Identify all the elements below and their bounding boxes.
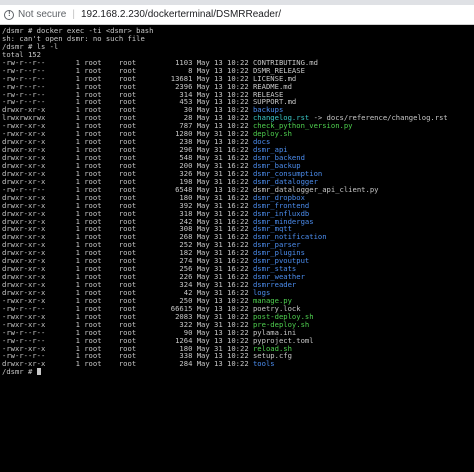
terminal-window[interactable]: /dsmr # docker exec -ti <dsmr> bash sh: … — [0, 25, 474, 472]
file-entry-meta: drwxr-xr-x 1 root root 284 May 13 10:22 — [2, 359, 253, 369]
url-text[interactable]: 192.168.2.230/dockerterminal/DSMRReader/ — [81, 9, 281, 20]
address-separator: | — [72, 9, 75, 20]
address-bar[interactable]: Not secure | 192.168.2.230/dockertermina… — [0, 5, 474, 25]
not-secure-label[interactable]: Not secure — [18, 9, 66, 20]
file-entry-row: drwxr-xr-x 1 root root 284 May 13 10:22 … — [2, 360, 474, 368]
terminal-prompt-line[interactable]: /dsmr # — [2, 368, 474, 376]
file-entry-name: tools — [252, 359, 275, 369]
info-warning-icon[interactable] — [4, 9, 14, 20]
terminal-line-error: sh: can't open dsmr: no such file — [2, 33, 145, 43]
terminal-prompt: /dsmr # — [2, 367, 37, 377]
terminal-line-ls-command: /dsmr # ls -l — [2, 41, 59, 51]
terminal-cursor — [36, 368, 41, 376]
file-listing: -rw-r--r-- 1 root root 1103 May 13 10:22… — [2, 58, 474, 369]
